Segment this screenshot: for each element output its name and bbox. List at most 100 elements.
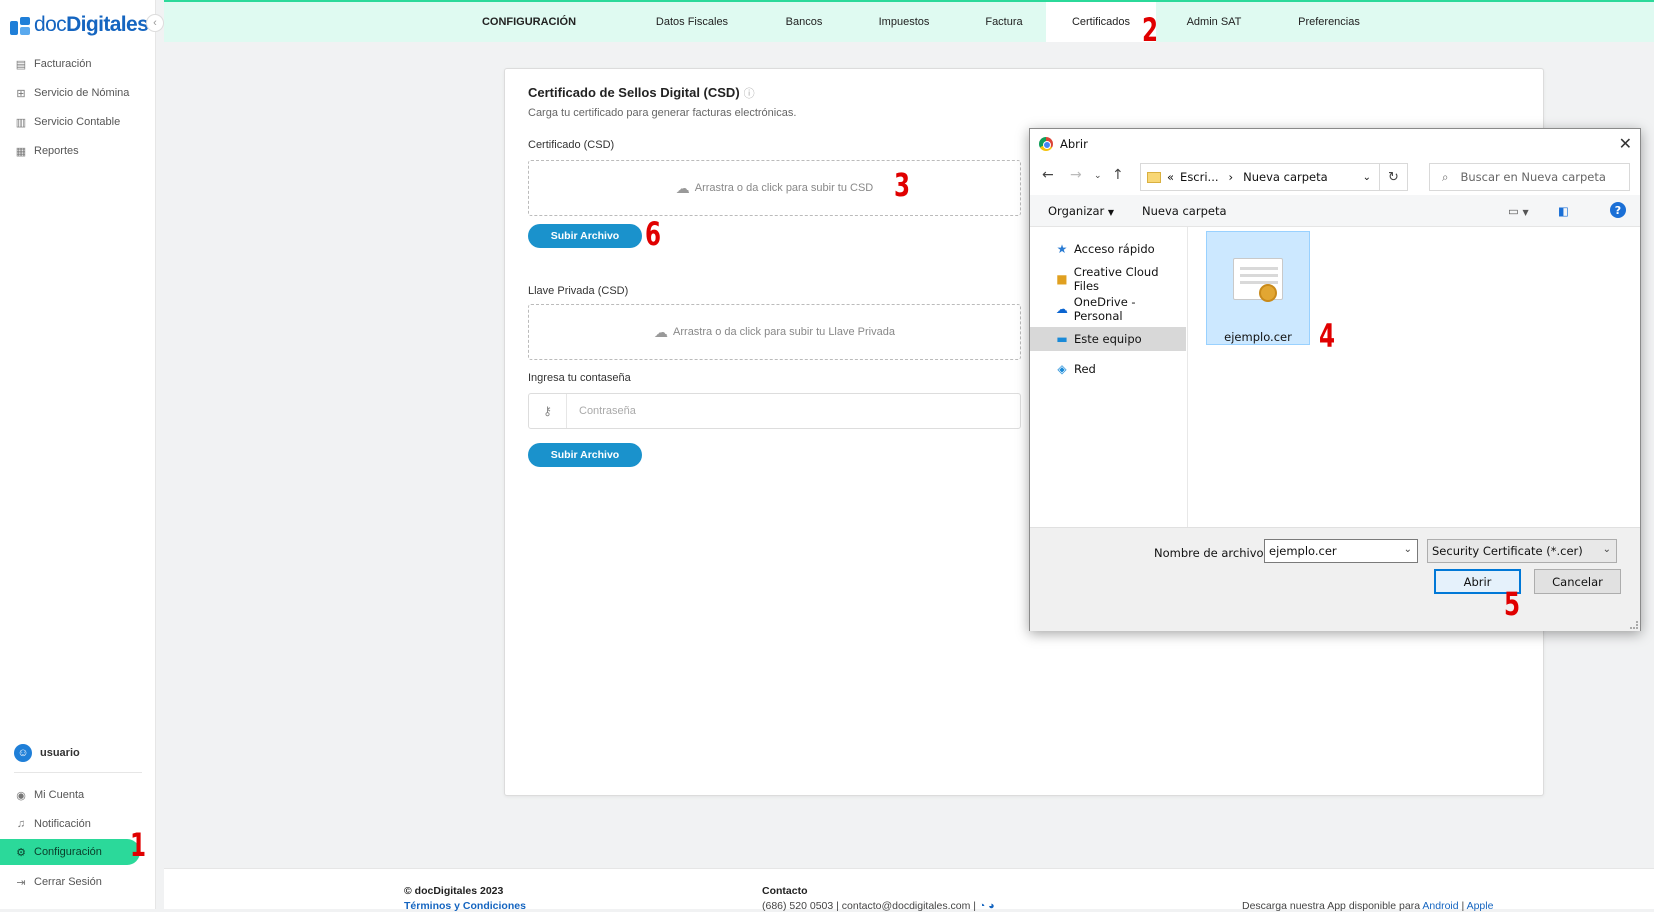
sidebar-item-label: Cerrar Sesión bbox=[34, 876, 102, 888]
tab-impuestos[interactable]: Impuestos bbox=[854, 2, 954, 42]
nav-onedrive[interactable]: ☁ OneDrive - Personal bbox=[1030, 295, 1186, 323]
tab-certificados[interactable]: Certificados bbox=[1046, 2, 1156, 42]
tab-preferencias[interactable]: Preferencias bbox=[1274, 2, 1384, 42]
dialog-titlebar[interactable]: Abrir ✕ bbox=[1030, 129, 1640, 159]
address-bar[interactable]: « Escri... › Nueva carpeta ⌄ bbox=[1140, 163, 1380, 191]
sidebar-item-label: Mi Cuenta bbox=[34, 789, 85, 801]
password-field[interactable]: ⚷ Contraseña bbox=[528, 393, 1021, 429]
top-nav: CONFIGURACIÓN Datos Fiscales Bancos Impu… bbox=[164, 0, 1654, 42]
key-label: Llave Privada (CSD) bbox=[528, 285, 629, 297]
report-icon: ▦ bbox=[15, 145, 27, 158]
apple-link[interactable]: Apple bbox=[1467, 900, 1494, 912]
card-subtitle: Carga tu certificado para generar factur… bbox=[528, 107, 797, 119]
key-dropzone[interactable]: ☁ Arrastra o da click para subir tu Llav… bbox=[528, 304, 1021, 360]
breadcrumb-current[interactable]: Nueva carpeta bbox=[1243, 170, 1328, 184]
search-icon: ⌕ bbox=[1442, 169, 1449, 184]
user-name: usuario bbox=[40, 747, 80, 759]
refresh-icon[interactable]: ↻ bbox=[1380, 163, 1408, 191]
password-input[interactable]: Contraseña bbox=[579, 394, 636, 428]
view-options-icon[interactable]: ▭ ▼ bbox=[1508, 204, 1529, 218]
tab-datos-fiscales[interactable]: Datos Fiscales bbox=[642, 2, 742, 42]
certificate-seal-icon bbox=[1259, 284, 1277, 302]
gear-icon: ⚙ bbox=[16, 846, 26, 859]
folder-icon bbox=[1147, 171, 1161, 183]
nav-quick-access[interactable]: ★ Acceso rápido bbox=[1030, 237, 1186, 261]
network-icon: ◈ bbox=[1057, 362, 1067, 376]
account-icon: ◉ bbox=[16, 789, 26, 802]
chevron-left-icon: ‹ bbox=[153, 17, 157, 29]
user-profile[interactable]: ☺ usuario bbox=[14, 744, 80, 762]
caret-down-icon: ▼ bbox=[1107, 208, 1115, 217]
sidebar-item-configuracion[interactable]: ⚙ Configuración bbox=[0, 839, 140, 865]
breadcrumb-parent[interactable]: Escri... bbox=[1180, 170, 1218, 184]
step-marker-2: 2 bbox=[1142, 11, 1159, 49]
cert-label: Certificado (CSD) bbox=[528, 139, 615, 151]
close-icon[interactable]: ✕ bbox=[1619, 134, 1632, 153]
messenger-icon[interactable]: ◔ bbox=[979, 900, 985, 912]
key-icon: ⚷ bbox=[529, 394, 567, 428]
chevron-down-icon: ⌄ bbox=[1602, 544, 1611, 555]
sidebar-item-label: Facturación bbox=[34, 58, 92, 70]
tab-bancos[interactable]: Bancos bbox=[764, 2, 844, 42]
sidebar-item-contable[interactable]: ▥ Servicio Contable bbox=[14, 111, 120, 133]
sidebar-item-facturacion[interactable]: ▤ Facturación bbox=[14, 53, 92, 75]
dialog-toolbar: Organizar ▼ Nueva carpeta ▭ ▼ ◧ ? bbox=[1030, 195, 1640, 227]
upload-key-button[interactable]: Subir Archivo bbox=[528, 443, 642, 467]
whatsapp-icon[interactable]: ◕ bbox=[988, 900, 994, 912]
file-item-ejemplo-cer[interactable]: ejemplo.cer bbox=[1206, 231, 1310, 345]
filename-input[interactable]: ejemplo.cer ⌄ bbox=[1264, 539, 1418, 563]
sidebar-item-label: Configuración bbox=[34, 846, 102, 858]
sidebar-collapse-button[interactable]: ‹ bbox=[146, 14, 164, 32]
dropzone-text: Arrastra o da click para subir tu CSD bbox=[694, 182, 874, 194]
filename-label: Nombre de archivo: bbox=[1154, 546, 1268, 560]
star-icon: ★ bbox=[1056, 242, 1068, 256]
payroll-icon: ⊞ bbox=[16, 87, 26, 100]
sidebar-item-nomina[interactable]: ⊞ Servicio de Nómina bbox=[14, 82, 129, 104]
resize-grip[interactable] bbox=[1630, 621, 1638, 629]
filetype-select[interactable]: Security Certificate (*.cer) ⌄ bbox=[1427, 539, 1617, 563]
sidebar-item-label: Reportes bbox=[34, 145, 79, 157]
tab-factura[interactable]: Factura bbox=[964, 2, 1044, 42]
logo-digitales: Digitales bbox=[66, 13, 149, 36]
logo-icon bbox=[10, 15, 30, 35]
chrome-icon bbox=[1039, 137, 1053, 151]
chevron-down-icon[interactable]: ⌄ bbox=[1363, 172, 1371, 183]
help-icon[interactable]: ? bbox=[1610, 202, 1626, 218]
upload-cert-button[interactable]: Subir Archivo bbox=[528, 224, 642, 248]
up-arrow-icon[interactable]: ↑ bbox=[1112, 167, 1124, 183]
sidebar-item-label: Servicio Contable bbox=[34, 116, 121, 128]
cert-dropzone[interactable]: ☁ Arrastra o da click para subir tu CSD bbox=[528, 160, 1021, 216]
search-input[interactable]: ⌕ Buscar en Nueva carpeta bbox=[1429, 163, 1630, 191]
back-arrow-icon[interactable]: ← bbox=[1042, 167, 1054, 183]
android-link[interactable]: Android bbox=[1422, 900, 1458, 912]
preview-pane-icon[interactable]: ◧ bbox=[1558, 204, 1569, 218]
cancel-button[interactable]: Cancelar bbox=[1534, 569, 1621, 594]
logout-icon: ⇥ bbox=[16, 876, 26, 889]
sidebar: docDigitales ▤ Facturación ⊞ Servicio de… bbox=[0, 0, 156, 909]
step-marker-4: 4 bbox=[1319, 317, 1336, 355]
dialog-title: Abrir bbox=[1060, 137, 1088, 151]
step-marker-5: 5 bbox=[1504, 585, 1521, 623]
file-name: ejemplo.cer bbox=[1224, 330, 1292, 344]
sidebar-item-mi-cuenta[interactable]: ◉ Mi Cuenta bbox=[14, 784, 84, 806]
dialog-nav-pane: ★ Acceso rápido ■ Creative Cloud Files ☁… bbox=[1030, 227, 1188, 527]
chevron-down-icon[interactable]: ⌄ bbox=[1404, 544, 1412, 555]
password-label: Ingresa tu contaseña bbox=[528, 372, 631, 384]
sidebar-item-reportes[interactable]: ▦ Reportes bbox=[14, 140, 79, 162]
sidebar-item-notificacion[interactable]: ♫ Notificación bbox=[14, 813, 91, 835]
step-marker-3: 3 bbox=[894, 166, 911, 204]
nav-network[interactable]: ◈ Red bbox=[1030, 357, 1186, 381]
nav-this-pc[interactable]: ▬ Este equipo bbox=[1030, 327, 1186, 351]
sidebar-item-cerrar-sesion[interactable]: ⇥ Cerrar Sesión bbox=[14, 871, 102, 893]
recent-locations-icon[interactable]: ⌄ bbox=[1094, 171, 1102, 181]
info-icon[interactable]: ⓘ bbox=[744, 88, 755, 100]
new-folder-button[interactable]: Nueva carpeta bbox=[1142, 204, 1227, 218]
forward-arrow-icon[interactable]: → bbox=[1070, 167, 1082, 183]
organize-menu[interactable]: Organizar ▼ bbox=[1048, 204, 1114, 218]
card-title: Certificado de Sellos Digital (CSD) ⓘ bbox=[528, 85, 755, 100]
nav-creative-cloud[interactable]: ■ Creative Cloud Files bbox=[1030, 265, 1186, 293]
dropzone-text: Arrastra o da click para subir tu Llave … bbox=[673, 326, 895, 338]
footer-terms-link[interactable]: Términos y Condiciones bbox=[404, 900, 526, 912]
logo[interactable]: docDigitales bbox=[10, 12, 149, 38]
tab-admin-sat[interactable]: Admin SAT bbox=[1164, 2, 1264, 42]
